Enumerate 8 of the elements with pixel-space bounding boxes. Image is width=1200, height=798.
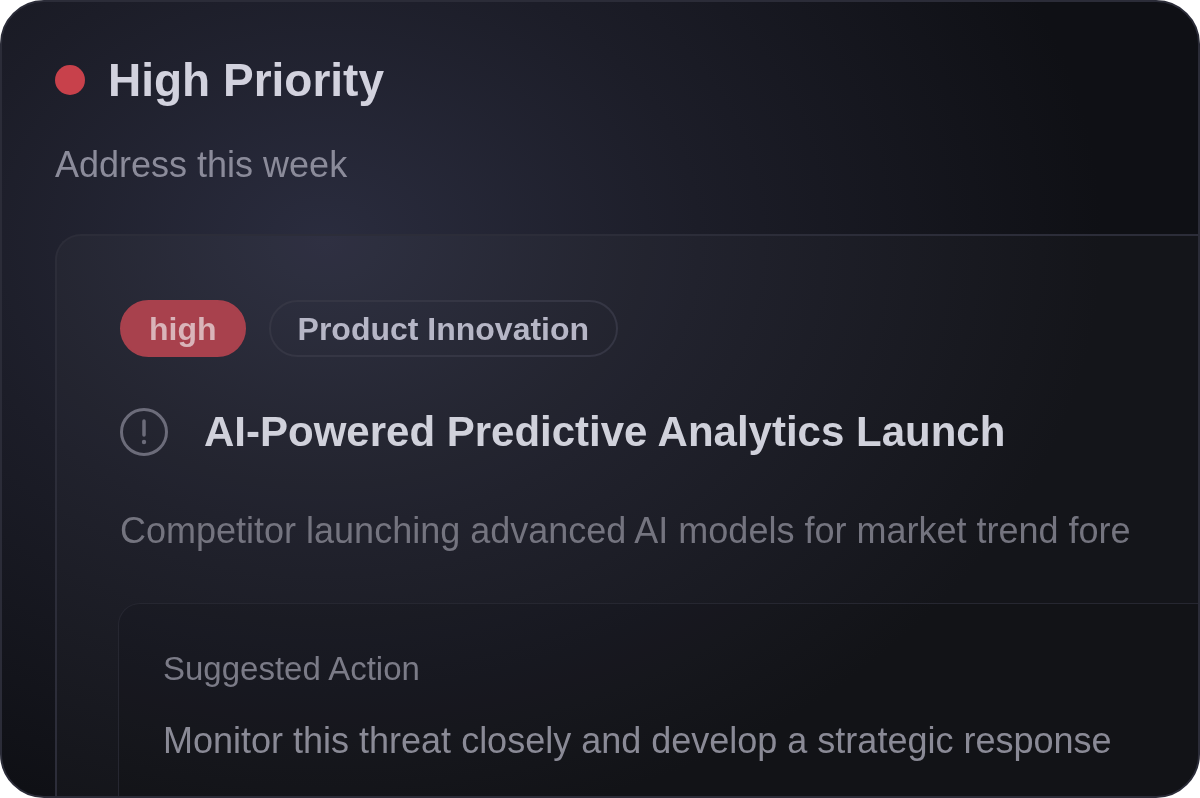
alert-icon	[120, 408, 168, 456]
section-subtitle: Address this week	[55, 147, 348, 183]
alert-title: AI-Powered Predictive Analytics Launch	[204, 408, 1006, 456]
suggested-action-label: Suggested Action	[163, 652, 420, 685]
alert-description: Competitor launching advanced AI models for market trend fore	[120, 513, 1131, 549]
suggested-action-text: Monitor this threat closely and develop a strategic response	[163, 723, 1112, 759]
category-tag: Product Innovation	[268, 300, 619, 357]
priority-tag: high	[120, 300, 246, 357]
